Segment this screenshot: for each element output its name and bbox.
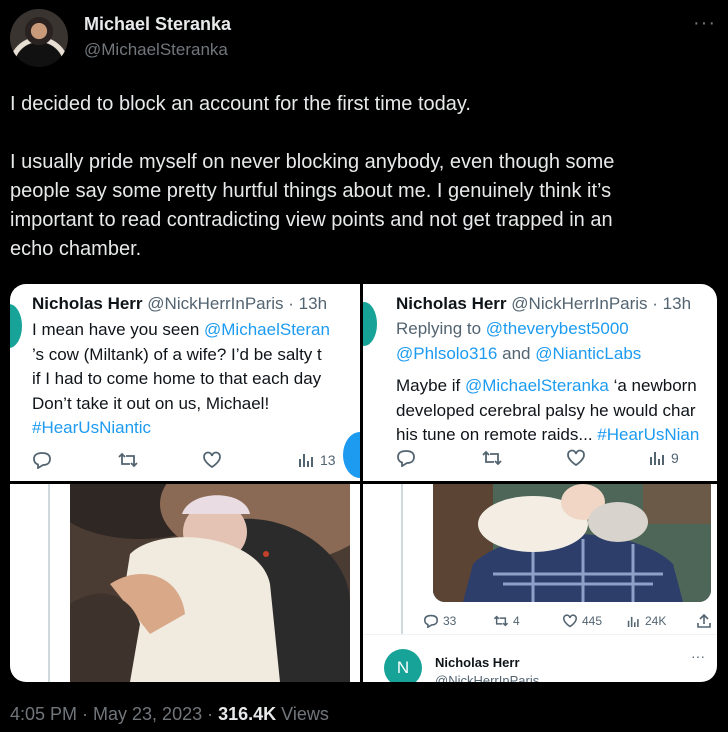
tweet-paragraph-1: I decided to block an account for the fi…	[10, 93, 471, 115]
reply-author-handle: @NickHerrInParis	[435, 673, 540, 682]
views-count: 316.4K	[218, 704, 277, 724]
like-icon	[202, 451, 222, 469]
share-icon	[697, 614, 711, 628]
divider	[363, 634, 717, 635]
like-stat: 445	[562, 614, 602, 628]
more-options-icon: ···	[691, 648, 705, 664]
timestamp-text[interactable]: 4:05 PM · May 23, 2023 ·	[10, 704, 218, 724]
reply-stat: 33	[423, 614, 456, 628]
screenshot-panel-3[interactable]	[10, 484, 360, 682]
attached-image-collage[interactable]: Nicholas Herr @NickHerrInParis · 13h I m…	[10, 284, 717, 682]
baby-on-couch-illustration	[433, 484, 711, 602]
panel1-actions: 13	[10, 450, 360, 470]
reply-author-name: Nicholas Herr	[435, 655, 520, 670]
like-icon	[566, 449, 586, 467]
screenshot-panel-1[interactable]: Nicholas Herr @NickHerrInParis · 13h I m…	[10, 284, 360, 481]
avatar-crop	[363, 302, 377, 346]
reply-icon	[32, 451, 52, 469]
baby-on-couch-photo	[433, 484, 711, 602]
avatar-crop	[10, 304, 22, 348]
screenshot-panel-2[interactable]: Nicholas Herr @NickHerrInParis · 13h Rep…	[363, 284, 717, 481]
thread-line	[48, 484, 50, 682]
views-icon: 9	[649, 450, 679, 466]
panel2-text: Replying to @theverybest5000 @Phlsolo316…	[396, 319, 700, 444]
retweet-icon	[481, 449, 503, 467]
retweet-stat: 4	[493, 614, 520, 628]
panel1-text: I mean have you seen @MichaelSteran ’s c…	[32, 320, 330, 437]
panel1-header: Nicholas Herr @NickHerrInParis · 13h	[32, 294, 328, 313]
views-stat: 24K	[627, 614, 666, 628]
reply-icon	[396, 449, 416, 467]
tweet-text: I decided to block an account for the fi…	[10, 90, 710, 264]
more-options-icon[interactable]: ···	[693, 12, 716, 35]
author-name[interactable]: Michael Steranka	[84, 14, 231, 35]
screenshot-panel-4[interactable]: 33 4 445 24K N Nicholas Herr @NickHerrIn…	[363, 484, 717, 682]
author-handle[interactable]: @MichaelSteranka	[84, 40, 228, 60]
panel4-actions: 33 4 445 24K	[363, 612, 717, 630]
author-avatar[interactable]	[10, 9, 68, 67]
newborn-photo-illustration	[70, 484, 350, 682]
tweet-timestamp: 4:05 PM · May 23, 2023 · 316.4K Views	[10, 704, 329, 725]
tweet-paragraph-2: I usually pride myself on never blocking…	[10, 151, 615, 260]
floating-compose-button-crop	[343, 432, 360, 478]
retweet-icon	[117, 451, 139, 469]
panel2-actions: 9	[363, 448, 717, 468]
views-label: Views	[276, 704, 329, 724]
newborn-photo	[70, 484, 350, 682]
reply-avatar: N	[384, 649, 422, 682]
views-icon: 13	[298, 452, 336, 468]
panel2-header: Nicholas Herr @NickHerrInParis · 13h	[396, 294, 692, 313]
